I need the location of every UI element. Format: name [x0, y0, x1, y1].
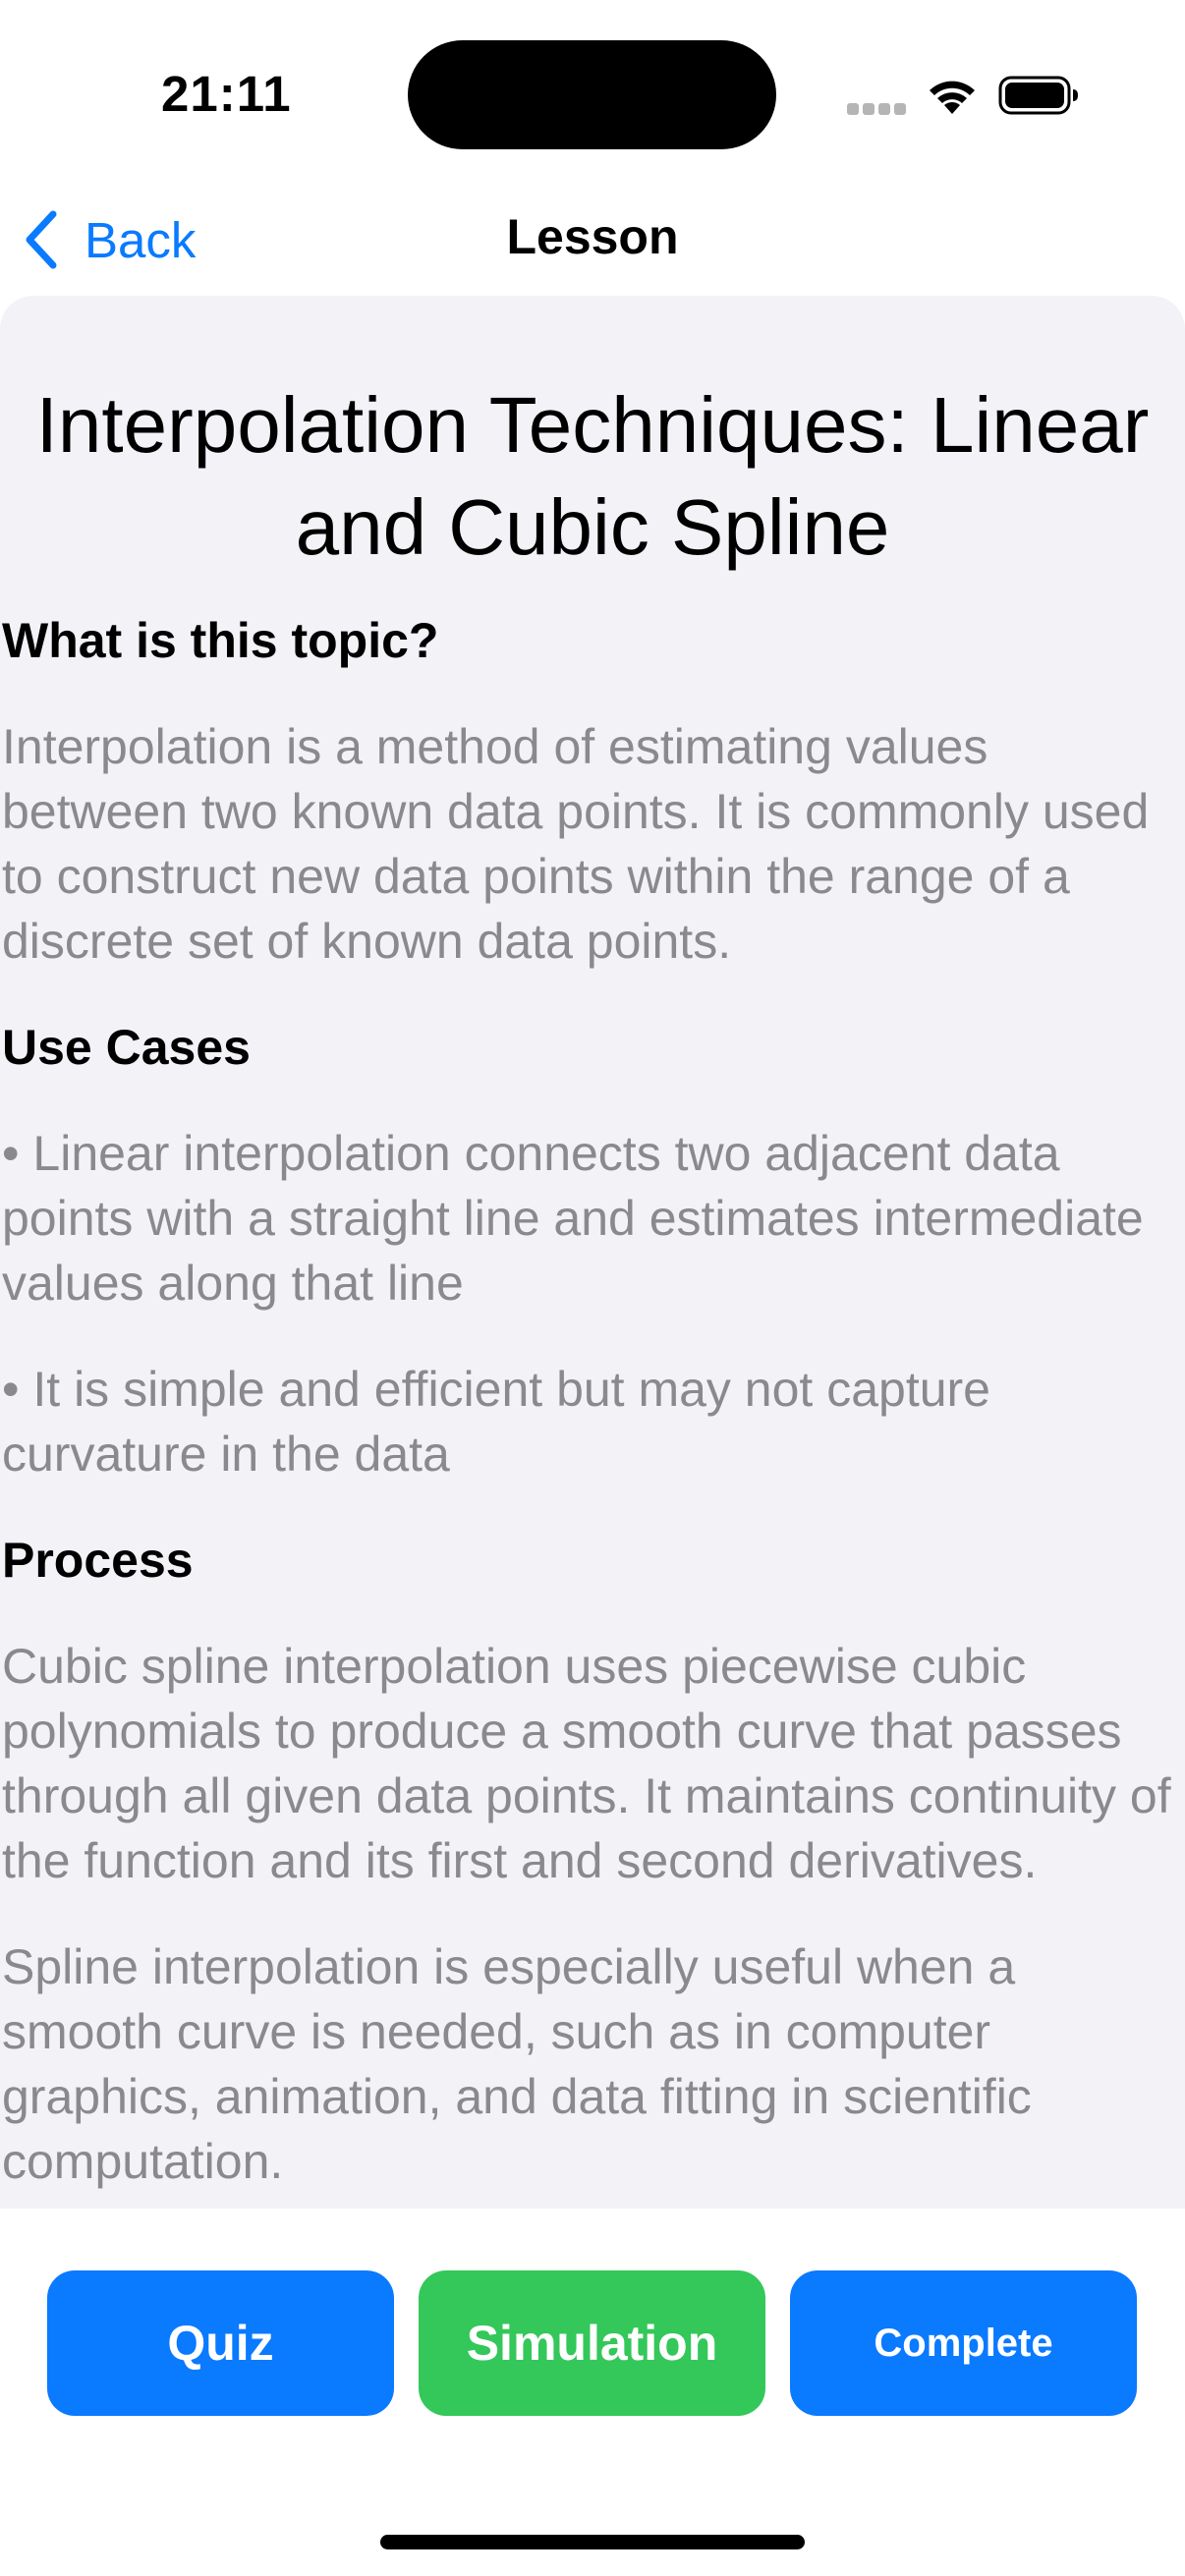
home-indicator[interactable] [380, 2535, 805, 2549]
wifi-icon [930, 81, 975, 114]
section-heading-what: What is this topic? [2, 613, 439, 668]
status-time: 21:11 [161, 66, 292, 122]
section-heading-process: Process [2, 1533, 194, 1588]
dynamic-island [408, 40, 776, 149]
lesson-content[interactable]: Interpolation Techniques: Linear and Cub… [0, 296, 1185, 2209]
status-bar: 21:11 [0, 0, 1185, 187]
use-case-item: • Linear interpolation connects two adja… [2, 1126, 1144, 1311]
cellular-signal-icon [847, 103, 908, 117]
section-body-process: Cubic spline interpolation uses piecewis… [2, 1639, 1171, 1888]
quiz-button[interactable]: Quiz [47, 2270, 394, 2416]
use-case-item: • It is simple and efficient but may not… [2, 1362, 990, 1482]
section-body-what: Interpolation is a method of estimating … [2, 719, 1150, 969]
battery-icon [998, 76, 1078, 115]
page-title: Lesson [506, 209, 679, 264]
section-body-process: Spline interpolation is especially usefu… [2, 1939, 1032, 2189]
lesson-title: Interpolation Techniques: Linear and Cub… [35, 381, 1150, 571]
navigation-bar: Back Lesson [0, 187, 1185, 295]
complete-button[interactable]: Complete [790, 2270, 1137, 2416]
simulation-button[interactable]: Simulation [419, 2270, 765, 2416]
section-heading-use-cases: Use Cases [2, 1020, 251, 1075]
